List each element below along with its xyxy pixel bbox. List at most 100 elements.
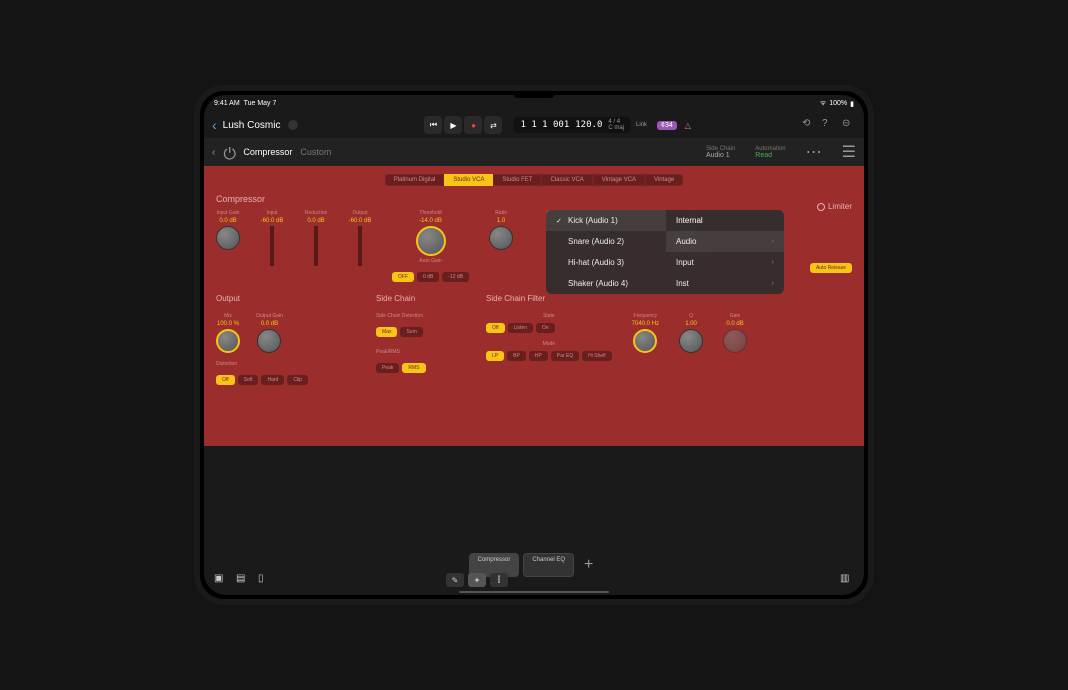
output-gain-knob[interactable] — [257, 329, 281, 353]
home-indicator[interactable] — [459, 591, 609, 593]
threshold-knob[interactable] — [416, 226, 446, 256]
dist-soft[interactable]: Soft — [238, 375, 259, 385]
detection-max[interactable]: Max — [376, 327, 397, 337]
keyboard-icon[interactable]: ▥ — [840, 573, 854, 587]
ipad-frame: 9:41 AM Tue May 7 ᯤ100%▮ ‹ Lush Cosmic ⏮… — [194, 85, 874, 605]
outgain-value: 0.0 dB — [261, 321, 278, 327]
back-button[interactable]: ‹ — [212, 117, 217, 133]
mode-hp[interactable]: HP — [529, 351, 548, 361]
edit-icon[interactable]: ✎ — [446, 573, 464, 587]
input-gain-knob[interactable] — [216, 226, 240, 250]
rms-button[interactable]: RMS — [402, 363, 425, 373]
cycle-button[interactable]: ⇄ — [484, 116, 502, 134]
mode-pareq[interactable]: Par EQ — [551, 351, 579, 361]
freq-knob[interactable] — [633, 329, 657, 353]
q-value: 1.00 — [685, 321, 697, 327]
tab-vintage-vca[interactable]: Vintage VCA — [593, 174, 645, 186]
limiter-toggle[interactable]: Limiter — [817, 202, 852, 211]
automation-label: Automation — [755, 146, 785, 152]
top-bar: ‹ Lush Cosmic ⏮ ▶ ● ⇄ 1 1 1 001 120.0 4 … — [204, 112, 864, 138]
status-time: 9:41 AM — [214, 100, 240, 107]
mode-lp[interactable]: LP — [486, 351, 504, 361]
ratio-knob[interactable] — [489, 226, 513, 250]
ratio-label: Ratio — [495, 210, 507, 216]
chevron-right-icon: › — [772, 238, 774, 245]
mix-knob[interactable] — [216, 329, 240, 353]
settings-icon[interactable]: ⊝ — [842, 118, 856, 132]
transport: ⏮ ▶ ● ⇄ — [424, 116, 502, 134]
project-menu-icon[interactable] — [288, 120, 298, 130]
sidechain-value[interactable]: Audio 1 — [706, 152, 735, 159]
rewind-button[interactable]: ⏮ — [424, 116, 442, 134]
output-meter — [358, 226, 362, 266]
input-gain-label: Input Gain — [216, 210, 239, 216]
freq-value: 7040.0 Hz — [632, 321, 659, 327]
sidechain-type-menu: Internal Audio› Input› Inst› — [666, 210, 784, 294]
view-icon[interactable]: ☰ — [842, 142, 856, 162]
model-tabs: Platinum Digital Studio VCA Studio FET C… — [216, 174, 852, 186]
autogain-12db[interactable]: -12 dB — [442, 272, 469, 282]
tempo: 120.0 — [575, 120, 602, 130]
preset-name[interactable]: Custom — [300, 147, 331, 157]
notes-icon[interactable]: ▯ — [258, 573, 272, 587]
filter-listen[interactable]: Listen — [508, 323, 533, 333]
plugin-header: ‹ ⏻ Compressor Custom Side ChainAudio 1 … — [204, 138, 864, 166]
sidechain-label: Side Chain — [706, 146, 735, 152]
reduction-meter — [314, 226, 318, 266]
project-name[interactable]: Lush Cosmic — [223, 120, 281, 131]
dist-off[interactable]: Off — [216, 375, 235, 385]
input-meter — [270, 226, 274, 266]
lcd-display[interactable]: 1 1 1 001 120.0 4 / 4C maj — [514, 117, 630, 133]
menu-item-hihat[interactable]: Hi-hat (Audio 3) — [546, 252, 666, 273]
mixer-icon[interactable]: ⫿ — [490, 573, 508, 587]
fx-icon[interactable]: ✦ — [468, 573, 486, 587]
menu-header: Internal — [666, 210, 784, 231]
ratio-value: 1.0 — [497, 218, 505, 224]
menu-item-audio[interactable]: Audio› — [666, 231, 784, 252]
menu-item-inst[interactable]: Inst› — [666, 273, 784, 294]
tab-classic-vca[interactable]: Classic VCA — [541, 174, 592, 186]
peak-button[interactable]: Peak — [376, 363, 399, 373]
mode-bp[interactable]: BP — [507, 351, 526, 361]
automation-value[interactable]: Read — [755, 152, 785, 159]
tab-platinum[interactable]: Platinum Digital — [385, 174, 445, 186]
browser-icon[interactable]: ▣ — [214, 573, 228, 587]
threshold-value: -14.0 dB — [419, 218, 442, 224]
menu-item-snare[interactable]: Snare (Audio 2) — [546, 231, 666, 252]
record-button[interactable]: ● — [464, 116, 482, 134]
detection-sum[interactable]: Sum — [400, 327, 422, 337]
menu-item-shaker[interactable]: Shaker (Audio 4) — [546, 273, 666, 294]
screen: 9:41 AM Tue May 7 ᯤ100%▮ ‹ Lush Cosmic ⏮… — [204, 95, 864, 595]
autogain-0db[interactable]: 0 dB — [417, 272, 439, 282]
power-icon[interactable]: ⏻ — [223, 146, 235, 158]
filter-off[interactable]: Off — [486, 323, 505, 333]
loop-icon[interactable]: ▤ — [236, 573, 250, 587]
reduction-value: 0.0 dB — [307, 218, 324, 224]
dist-hard[interactable]: Hard — [261, 375, 284, 385]
autogain-off[interactable]: OFF — [392, 272, 414, 282]
plugin-back-button[interactable]: ‹ — [212, 147, 215, 158]
q-knob[interactable] — [679, 329, 703, 353]
filter-on[interactable]: On — [536, 323, 555, 333]
tab-studio-vca[interactable]: Studio VCA — [444, 174, 493, 186]
more-icon[interactable]: ⋯ — [806, 142, 822, 162]
sidechain-menu: ✓Kick (Audio 1) Snare (Audio 2) Hi-hat (… — [546, 210, 784, 294]
mode-hishelf[interactable]: Hi Shelf — [582, 351, 612, 361]
menu-item-input[interactable]: Input› — [666, 252, 784, 273]
filter-gain-knob[interactable] — [723, 329, 747, 353]
dist-clip[interactable]: Clip — [287, 375, 308, 385]
chevron-right-icon: › — [772, 280, 774, 287]
tab-studio-fet[interactable]: Studio FET — [493, 174, 541, 186]
play-button[interactable]: ▶ — [444, 116, 462, 134]
tuning-badge[interactable]: ¢34 — [657, 121, 677, 130]
tab-vintage[interactable]: Vintage — [645, 174, 683, 186]
auto-release-button[interactable]: Auto Release — [810, 263, 852, 273]
help-icon[interactable]: ? — [822, 118, 836, 132]
notch — [514, 95, 554, 98]
undo-icon[interactable]: ⟲ — [802, 118, 816, 132]
detection-label: Side Chain Detection — [376, 313, 456, 319]
menu-item-kick[interactable]: ✓Kick (Audio 1) — [546, 210, 666, 231]
filter-gain-value: 0.0 dB — [726, 321, 743, 327]
metronome-icon[interactable]: △ — [685, 121, 691, 130]
section-title: Compressor — [216, 194, 852, 204]
